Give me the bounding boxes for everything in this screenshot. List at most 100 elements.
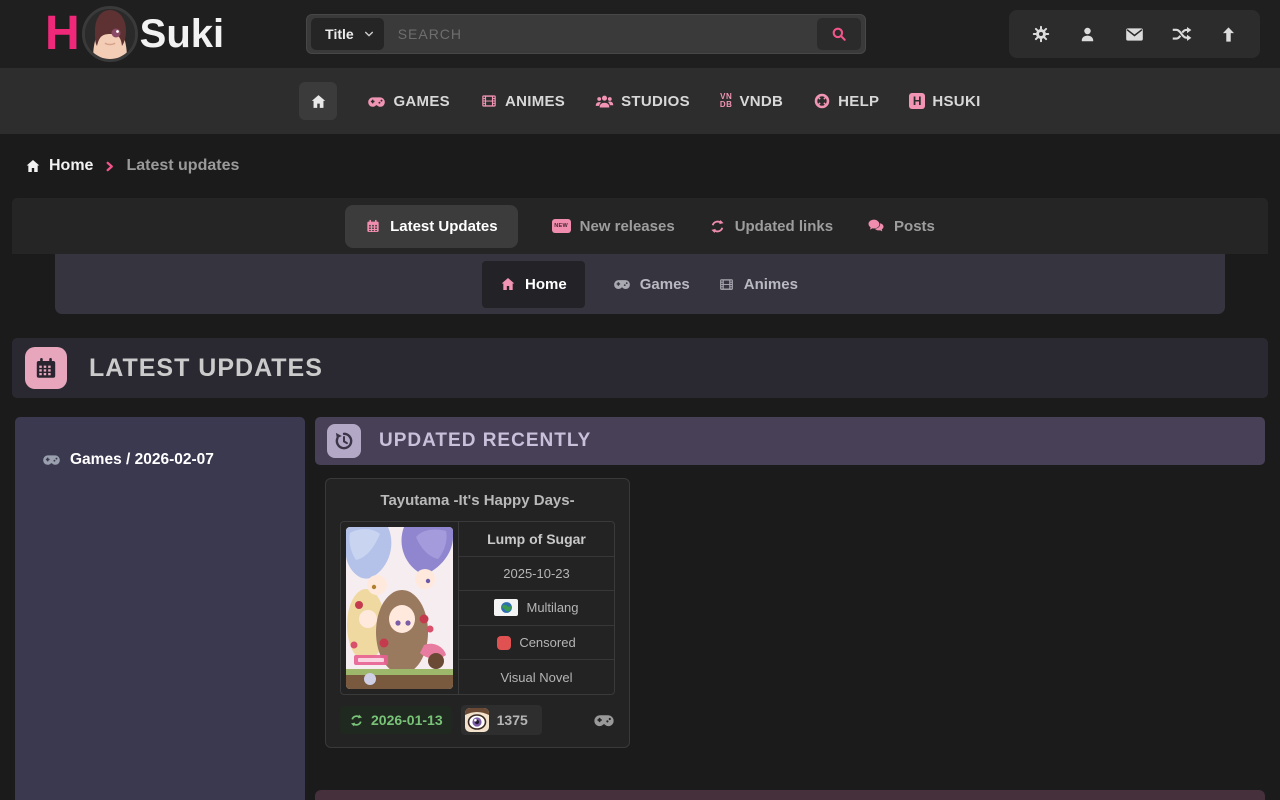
release-date: 2025-10-23 — [459, 556, 614, 591]
gamepad-icon — [367, 92, 386, 111]
sync-icon — [349, 713, 364, 728]
settings-button[interactable] — [1017, 10, 1064, 58]
search-bar: Title — [306, 14, 866, 54]
tabs-bar: Latest Updates NEW New releases Updated … — [12, 198, 1268, 254]
gamepad-icon — [613, 275, 631, 293]
nav-item-help[interactable]: HELP — [813, 92, 879, 110]
next-section-peek — [315, 790, 1265, 800]
studio-name[interactable]: Lump of Sugar — [459, 522, 614, 556]
breadcrumb-home-label: Home — [49, 157, 93, 175]
breadcrumb-current: Latest updates — [126, 157, 239, 175]
nav-item-studios[interactable]: STUDIOS — [595, 92, 690, 111]
game-details: Lump of Sugar 2025-10-23 Multilang Censo… — [458, 522, 614, 694]
nav-item-label: ANIMES — [505, 93, 565, 110]
subtab-home[interactable]: Home — [482, 261, 585, 308]
nav-item-label: VNDB — [739, 93, 783, 110]
gamepad-icon[interactable] — [593, 709, 615, 731]
tab-new-releases[interactable]: NEW New releases — [552, 218, 675, 235]
nav-item-label: GAMES — [393, 93, 450, 110]
user-icon — [1078, 25, 1097, 44]
film-icon — [718, 276, 735, 293]
main-nav: GAMES ANIMES STUDIOS VN DB VNDB HELP H H… — [0, 68, 1280, 134]
tab-label: Latest Updates — [390, 218, 498, 235]
nav-item-animes[interactable]: ANIMES — [480, 92, 565, 110]
subtab-label: Home — [525, 276, 567, 293]
users-icon — [595, 92, 614, 111]
game-card-body: Lump of Sugar 2025-10-23 Multilang Censo… — [340, 521, 615, 695]
language-label: Multilang — [526, 600, 578, 615]
breadcrumb-home[interactable]: Home — [25, 157, 93, 175]
life-ring-icon — [813, 92, 831, 110]
home-icon — [500, 276, 516, 292]
nav-item-hsuki[interactable]: H HSUKI — [909, 93, 980, 110]
random-button[interactable] — [1158, 10, 1205, 58]
film-icon — [480, 92, 498, 110]
censorship-label: Censored — [519, 635, 575, 650]
views-count: 1375 — [497, 712, 528, 728]
search-input[interactable] — [384, 26, 817, 42]
top-header: H Suki Title — [0, 0, 1280, 68]
breadcrumb: Home Latest updates — [0, 134, 1280, 198]
chevron-right-icon — [104, 160, 115, 173]
game-card: Tayutama -It's Happy Days- — [325, 478, 630, 748]
game-cover-art — [346, 527, 453, 689]
updated-date-badge: 2026-01-13 — [340, 706, 452, 734]
nav-item-games[interactable]: GAMES — [367, 92, 450, 111]
nav-item-label: HSUKI — [932, 93, 980, 110]
language-row: Multilang — [459, 590, 614, 625]
search-icon — [830, 25, 848, 43]
subtab-games[interactable]: Games — [613, 275, 690, 293]
updated-date: 2026-01-13 — [371, 712, 443, 728]
subtabs-bar: Home Games Animes — [55, 254, 1225, 314]
sidebar-group-games[interactable]: Games / 2026-02-07 — [42, 450, 305, 469]
comments-icon — [867, 217, 885, 235]
main-panel: UPDATED RECENTLY Tayutama -It's Happy Da… — [315, 417, 1265, 800]
sidebar-group-label: Games / 2026-02-07 — [70, 451, 214, 469]
tab-label: New releases — [580, 218, 675, 235]
gamepad-icon — [42, 450, 61, 469]
tab-label: Posts — [894, 218, 935, 235]
upload-button[interactable] — [1205, 10, 1252, 58]
nav-home-button[interactable] — [299, 82, 337, 120]
subtab-label: Games — [640, 276, 690, 293]
nav-item-vndb[interactable]: VN DB VNDB — [720, 93, 783, 110]
subtab-animes[interactable]: Animes — [718, 276, 798, 293]
search-category-select[interactable]: Title — [311, 18, 384, 50]
chevron-down-icon — [364, 29, 374, 39]
nav-item-label: HELP — [838, 93, 879, 110]
game-card-footer: 2026-01-13 1375 — [326, 695, 629, 747]
calendar-icon — [365, 218, 381, 234]
tab-updated-links[interactable]: Updated links — [709, 218, 833, 235]
tab-posts[interactable]: Posts — [867, 217, 935, 235]
game-title[interactable]: Tayutama -It's Happy Days- — [326, 479, 629, 521]
home-icon — [25, 158, 41, 174]
search-button[interactable] — [817, 18, 861, 50]
site-logo[interactable]: H Suki — [45, 6, 224, 62]
tab-label: Updated links — [735, 218, 833, 235]
user-button[interactable] — [1064, 10, 1111, 58]
page-title: LATEST UPDATES — [89, 354, 323, 383]
logo-letter-h: H — [45, 10, 80, 58]
messages-button[interactable] — [1111, 10, 1158, 58]
nav-item-label: STUDIOS — [621, 93, 690, 110]
arrow-up-icon — [1219, 25, 1238, 44]
logo-avatar — [82, 6, 138, 62]
shuffle-icon — [1171, 24, 1192, 45]
logo-text-suki: Suki — [140, 14, 224, 54]
sidebar: Games / 2026-02-07 — [15, 417, 305, 800]
sync-icon — [709, 218, 726, 235]
section-header: LATEST UPDATES — [12, 338, 1268, 398]
panel-title: UPDATED RECENTLY — [379, 430, 591, 452]
censored-icon — [497, 636, 511, 650]
game-category: Visual Novel — [459, 659, 614, 694]
vndb-icon: VN DB — [720, 93, 733, 108]
views-badge: 1375 — [461, 705, 542, 735]
game-cover-link[interactable] — [341, 522, 458, 694]
subtab-label: Animes — [744, 276, 798, 293]
updated-recently-header: UPDATED RECENTLY — [315, 417, 1265, 465]
calendar-icon — [25, 347, 67, 389]
censorship-row: Censored — [459, 625, 614, 660]
home-icon — [310, 93, 327, 110]
views-avatar-icon — [465, 708, 489, 732]
tab-latest-updates[interactable]: Latest Updates — [345, 205, 518, 248]
